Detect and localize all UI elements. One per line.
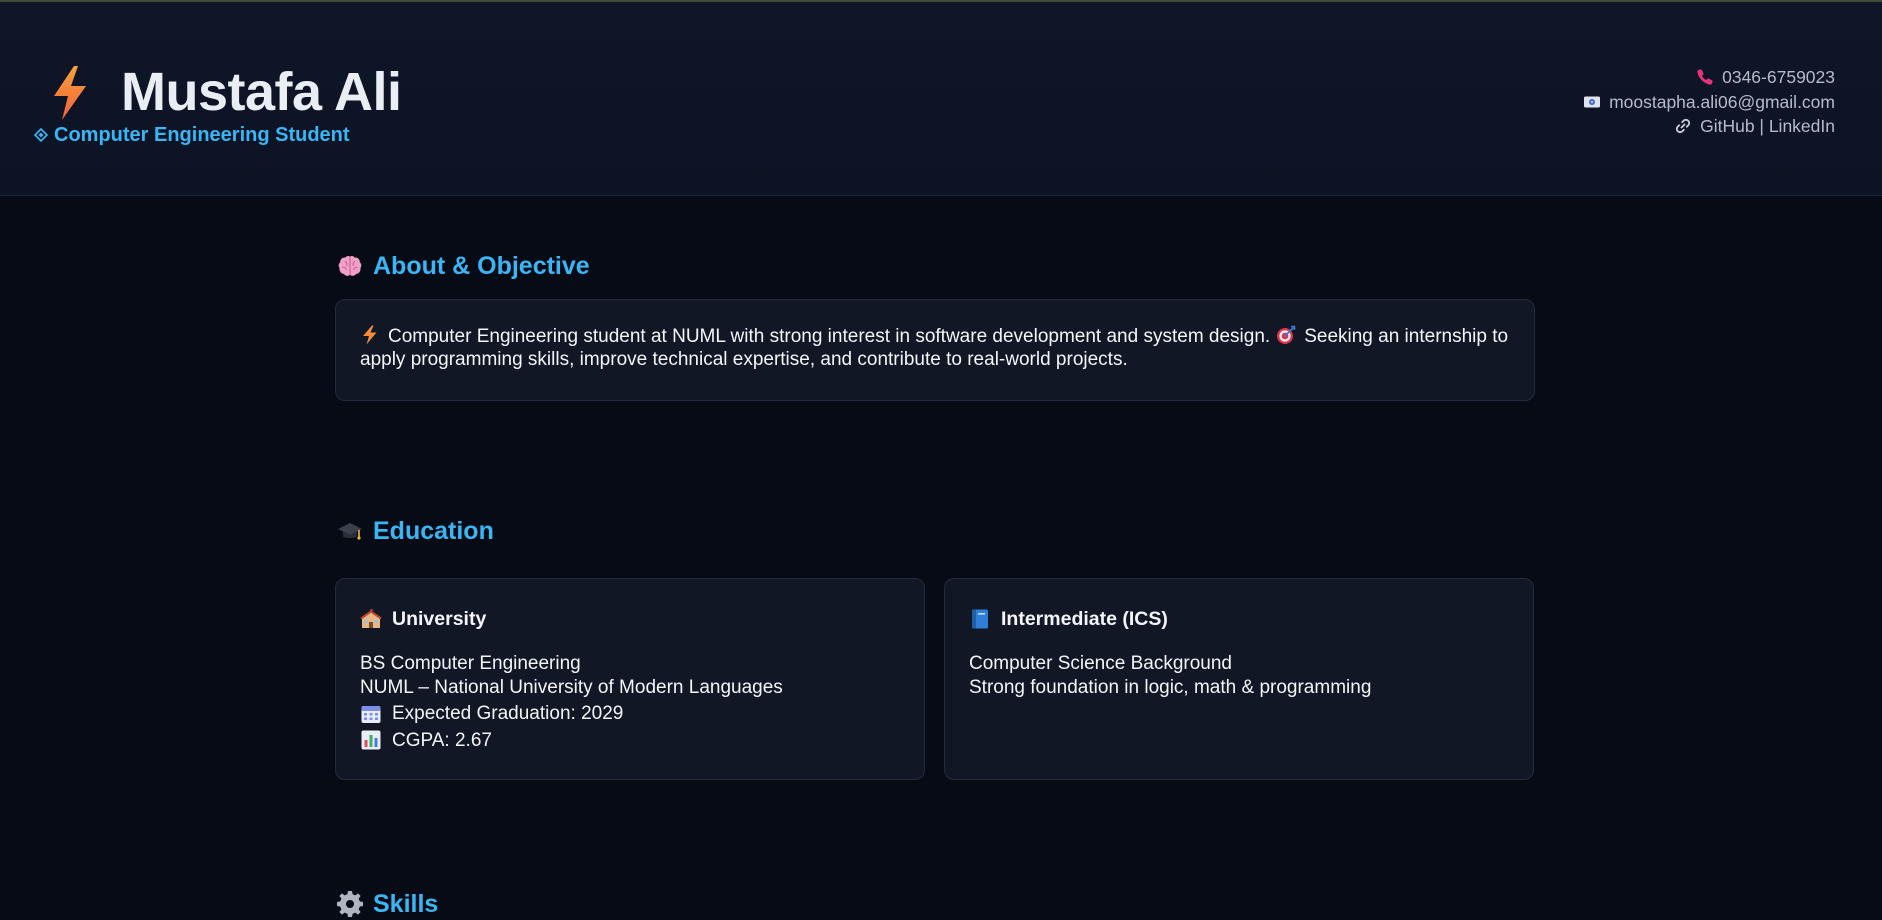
links-text: GitHub | LinkedIn: [1700, 116, 1835, 136]
intermediate-card: Intermediate (ICS) Computer Science Back…: [944, 578, 1534, 780]
bar-chart-icon: [361, 730, 381, 750]
university-institution: NUML – National University of Modern Lan…: [360, 676, 783, 698]
about-text-part1: Computer Engineering student at NUML wit…: [388, 326, 1271, 347]
skills-section-title: Skills: [337, 888, 438, 920]
education-section-title: Education: [337, 515, 494, 547]
intermediate-line-2: Strong foundation in logic, math & progr…: [969, 676, 1372, 698]
contact-phone[interactable]: 0346-6759023: [1583, 65, 1835, 90]
graduation-text: Expected Graduation: 2029: [392, 703, 624, 724]
lightning-icon: [363, 325, 377, 345]
lightning-icon: [54, 66, 86, 120]
link-icon: [1676, 119, 1691, 134]
profile-name: Mustafa Ali: [121, 62, 402, 122]
school-icon: [360, 609, 382, 628]
university-degree: BS Computer Engineering: [360, 653, 581, 674]
header: Mustafa Ali Computer Engineering Student…: [0, 2, 1882, 196]
about-card: Computer Engineering student at NUML wit…: [335, 299, 1535, 401]
target-icon: [1277, 325, 1296, 344]
intermediate-heading: Intermediate (ICS): [969, 607, 1509, 631]
profile-subtitle: Computer Engineering Student: [34, 123, 350, 147]
contact-links[interactable]: GitHub | LinkedIn: [1583, 114, 1835, 139]
university-heading-text: University: [392, 608, 487, 630]
cgpa-line: CGPA: 2.67: [360, 729, 900, 753]
calendar-icon: [361, 705, 381, 723]
brain-icon: [338, 256, 362, 276]
education-title-text: Education: [373, 517, 494, 545]
university-heading: University: [360, 607, 900, 631]
intermediate-heading-text: Intermediate (ICS): [1001, 608, 1168, 630]
contact-email[interactable]: moostapha.ali06@gmail.com: [1583, 90, 1835, 115]
skills-title-text: Skills: [373, 890, 439, 918]
phone-text: 0346-6759023: [1722, 67, 1835, 87]
about-section-title: About & Objective: [337, 250, 590, 282]
about-title-text: About & Objective: [373, 252, 590, 280]
contact-info: 0346-6759023 moostapha.ali06@gmail.com G…: [1583, 65, 1835, 139]
cgpa-text: CGPA: 2.67: [392, 729, 492, 751]
diamond-icon: [34, 128, 48, 142]
email-text: moostapha.ali06@gmail.com: [1609, 91, 1835, 112]
blue-book-icon: [972, 609, 988, 629]
graduation-line: Expected Graduation: 2029: [360, 702, 900, 726]
intermediate-line-1: Computer Science Background: [969, 653, 1232, 674]
subtitle-text: Computer Engineering Student: [54, 124, 350, 146]
phone-icon: [1697, 69, 1713, 85]
university-card: University BS Computer Engineering NUML …: [335, 578, 925, 780]
graduation-cap-icon: [338, 523, 362, 540]
id-card-icon: [1584, 96, 1601, 108]
gear-icon: [337, 891, 363, 917]
